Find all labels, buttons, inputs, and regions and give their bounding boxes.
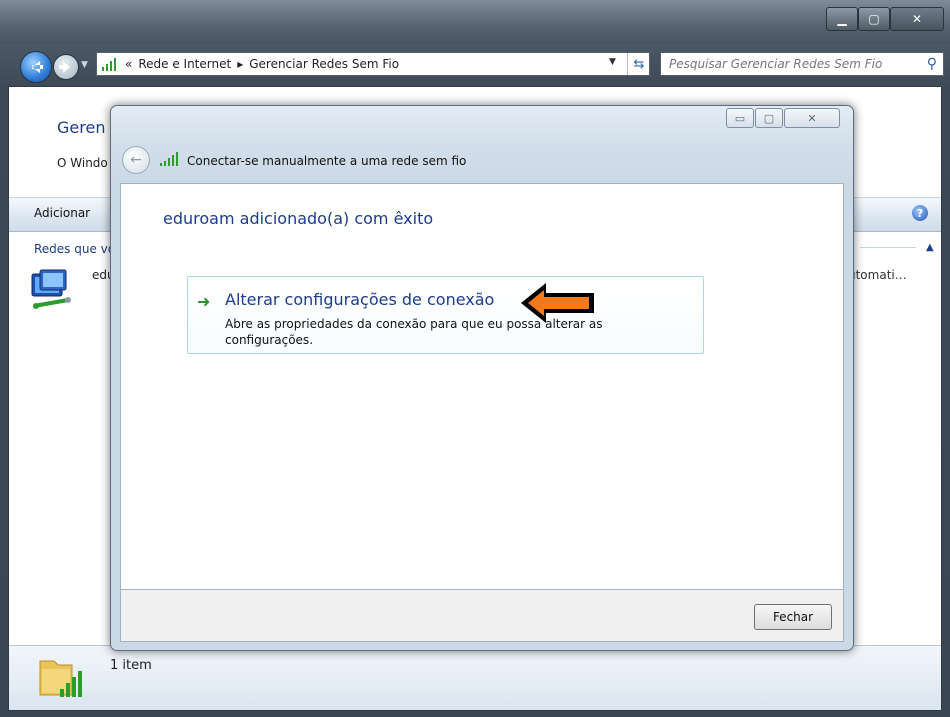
minimize-icon: ▭ [734, 111, 746, 125]
success-heading: eduroam adicionado(a) com êxito [163, 209, 434, 228]
address-bar[interactable]: « Rede e Internet ▸ Gerenciar Redes Sem … [96, 52, 650, 76]
back-button[interactable] [20, 51, 52, 83]
breadcrumb-rede-internet[interactable]: Rede e Internet [138, 57, 231, 71]
network-connect-mode: utomati… [848, 268, 907, 282]
back-arrow-icon [32, 61, 43, 73]
wifi-signal-icon [160, 152, 178, 166]
group-header[interactable]: Redes que vo [34, 242, 115, 256]
dialog-maximize-button[interactable]: ▢ [755, 108, 783, 128]
orange-annotation-arrow-icon [521, 283, 594, 323]
search-box[interactable]: ⚲ [660, 52, 944, 76]
change-settings-link-title[interactable]: Alterar configurações de conexão [225, 290, 494, 309]
maximize-icon: ▢ [868, 12, 880, 26]
forward-button[interactable] [53, 54, 79, 80]
collapse-chevron-icon[interactable]: ▲ [926, 242, 934, 253]
refresh-icon[interactable]: ⇆ [627, 53, 650, 75]
breadcrumb-gerenciar-redes[interactable]: Gerenciar Redes Sem Fio [249, 57, 399, 71]
window-titlebar[interactable] [0, 0, 950, 44]
close-icon: ✕ [911, 12, 923, 26]
help-icon[interactable]: ? [912, 205, 928, 221]
wireless-network-icon [31, 269, 71, 309]
close-button[interactable]: ✕ [890, 7, 944, 31]
recent-pages-chevron-icon[interactable]: ▼ [81, 60, 88, 70]
group-divider [860, 247, 916, 248]
breadcrumb-overflow[interactable]: « [125, 57, 132, 71]
close-dialog-button[interactable]: Fechar [754, 604, 832, 630]
minimize-icon: ▁ [837, 12, 847, 26]
minimize-button[interactable]: ▁ [826, 7, 858, 31]
maximize-icon: ▢ [763, 111, 775, 125]
search-icon[interactable]: ⚲ [927, 56, 937, 72]
green-arrow-icon: ➜ [197, 292, 211, 311]
search-input[interactable] [667, 56, 921, 72]
close-icon: ✕ [807, 111, 817, 125]
add-button[interactable]: Adicionar [34, 206, 90, 220]
status-bar [9, 645, 941, 710]
dialog-title: Conectar-se manualmente a uma rede sem f… [187, 154, 467, 168]
page-description: O Windo [57, 156, 108, 170]
back-arrow-icon: ← [130, 152, 142, 168]
dialog-close-button[interactable]: ✕ [784, 108, 840, 128]
item-count: 1 item [110, 658, 152, 673]
wifi-signal-icon [102, 58, 116, 71]
address-dropdown-icon[interactable]: ▼ [609, 57, 616, 67]
maximize-button[interactable]: ▢ [858, 7, 890, 31]
change-settings-link-description[interactable]: Abre as propriedades da conexão para que… [225, 316, 665, 348]
dialog-footer [120, 590, 844, 642]
breadcrumb-separator-icon[interactable]: ▸ [237, 57, 243, 71]
network-folder-icon [39, 660, 82, 697]
page-title: Geren [57, 118, 106, 137]
dialog-back-button[interactable]: ← [122, 146, 150, 174]
dialog-minimize-button[interactable]: ▭ [726, 108, 754, 128]
dialog-content [120, 183, 844, 590]
forward-arrow-icon [59, 61, 70, 73]
